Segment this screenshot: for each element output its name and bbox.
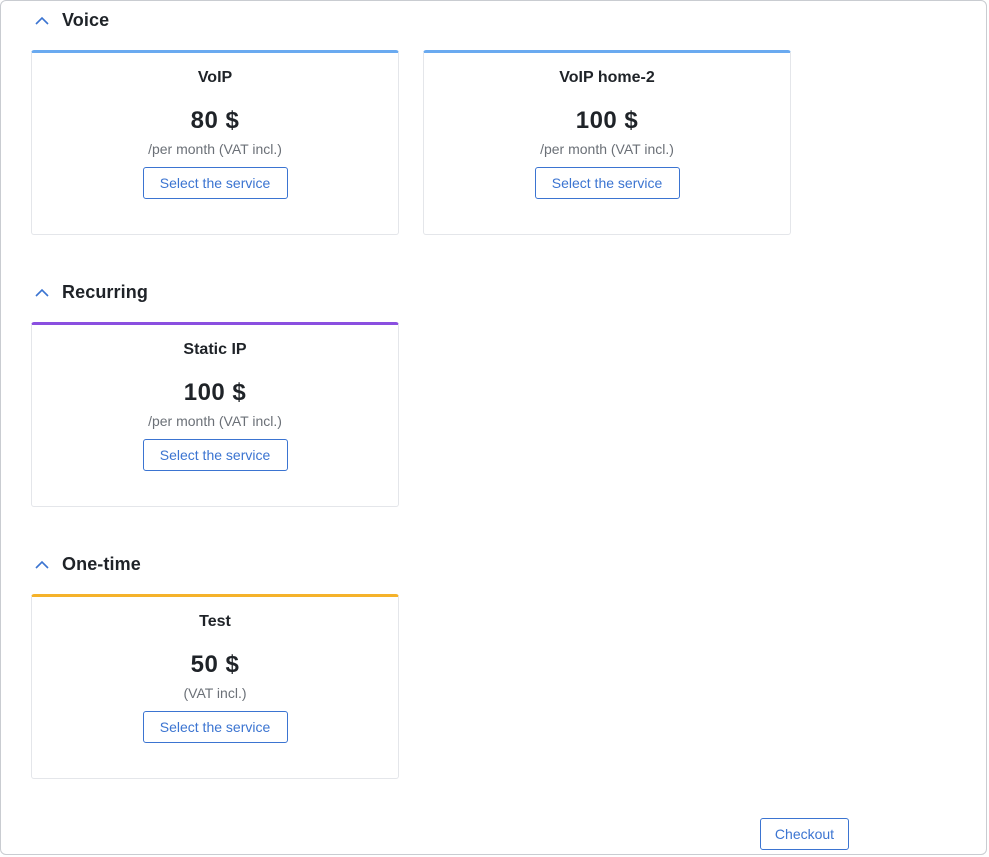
section-title: Voice — [62, 9, 110, 30]
card-title: Static IP — [183, 341, 247, 358]
service-card-voip-home-2: VoIP home-2 100 $ /per month (VAT incl.)… — [423, 50, 791, 235]
service-cards: VoIP 80 $ /per month (VAT incl.) Select … — [31, 50, 791, 235]
service-card-static-ip: Static IP 100 $ /per month (VAT incl.) S… — [31, 322, 399, 507]
section-title: One-time — [62, 553, 141, 574]
section-voice-header[interactable]: Voice — [31, 6, 791, 34]
card-price-note: /per month (VAT incl.) — [148, 413, 282, 429]
section-one-time: One-time Test 50 $ (VAT incl.) Select th… — [31, 550, 399, 779]
chevron-up-icon[interactable] — [31, 281, 53, 303]
chevron-up-icon[interactable] — [31, 553, 53, 575]
select-service-button[interactable]: Select the service — [142, 711, 288, 743]
card-price-note: (VAT incl.) — [183, 685, 247, 701]
card-title: Test — [199, 613, 231, 630]
card-price-note: /per month (VAT incl.) — [540, 141, 674, 157]
card-price: 50 $ — [190, 651, 240, 678]
services-panel: Voice VoIP 80 $ /per month (VAT incl.) S… — [0, 0, 987, 855]
service-card-test: Test 50 $ (VAT incl.) Select the service — [31, 594, 399, 779]
card-price: 80 $ — [190, 107, 240, 134]
section-recurring-header[interactable]: Recurring — [31, 278, 399, 306]
service-card-voip: VoIP 80 $ /per month (VAT incl.) Select … — [31, 50, 399, 235]
checkout-button[interactable]: Checkout — [760, 818, 849, 850]
card-price: 100 $ — [575, 107, 639, 134]
chevron-up-icon[interactable] — [31, 9, 53, 31]
section-title: Recurring — [62, 281, 148, 302]
service-cards: Test 50 $ (VAT incl.) Select the service — [31, 594, 399, 779]
section-one-time-header[interactable]: One-time — [31, 550, 399, 578]
card-price-note: /per month (VAT incl.) — [148, 141, 282, 157]
section-voice: Voice VoIP 80 $ /per month (VAT incl.) S… — [31, 6, 791, 235]
select-service-button[interactable]: Select the service — [142, 167, 288, 199]
card-title: VoIP home-2 — [559, 69, 655, 86]
card-price: 100 $ — [183, 379, 247, 406]
select-service-button[interactable]: Select the service — [534, 167, 680, 199]
card-title: VoIP — [197, 69, 233, 86]
select-service-button[interactable]: Select the service — [142, 439, 288, 471]
service-cards: Static IP 100 $ /per month (VAT incl.) S… — [31, 322, 399, 507]
section-recurring: Recurring Static IP 100 $ /per month (VA… — [31, 278, 399, 507]
